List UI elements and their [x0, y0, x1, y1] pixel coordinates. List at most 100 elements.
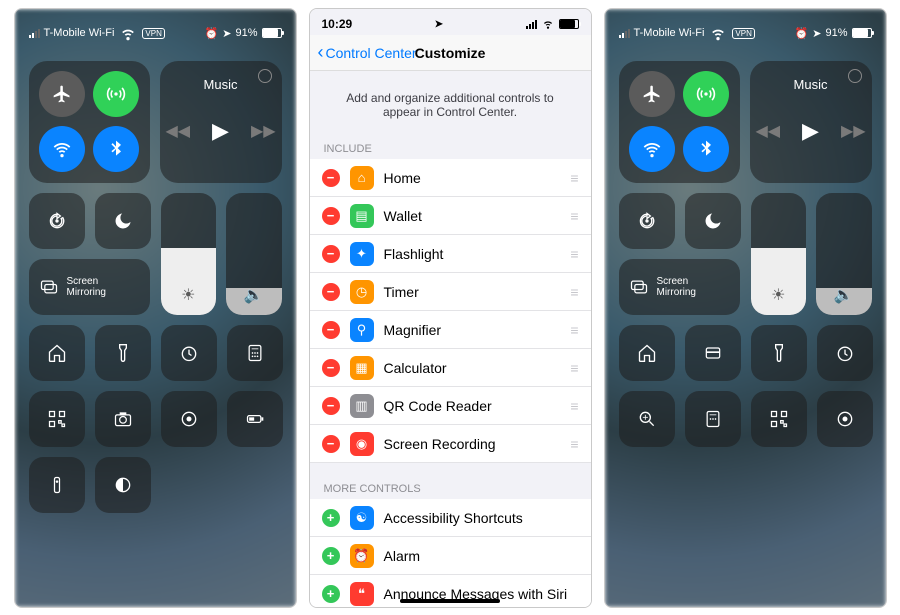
settings-row[interactable]: −⚲Magnifier≡: [310, 311, 591, 349]
airplane-toggle[interactable]: [39, 71, 85, 117]
bluetooth-toggle[interactable]: [683, 126, 729, 172]
tile-wallet[interactable]: [685, 325, 741, 381]
screen-mirroring-button[interactable]: Screen Mirroring: [619, 259, 740, 315]
tile-timer[interactable]: [817, 325, 873, 381]
remove-button[interactable]: −: [322, 321, 340, 339]
rotation-lock-toggle[interactable]: [619, 193, 675, 249]
music-module[interactable]: Music ◀◀ ▶ ▶▶: [750, 61, 872, 183]
row-label: Calculator: [384, 360, 553, 376]
screen-mirroring-button[interactable]: Screen Mirroring: [29, 259, 150, 315]
connectivity-module[interactable]: [29, 61, 150, 183]
more-list: +☯Accessibility Shortcuts+⏰Alarm+❝Announ…: [310, 499, 591, 608]
dnd-toggle[interactable]: [685, 193, 741, 249]
rewind-button[interactable]: ◀◀: [755, 121, 780, 141]
row-label: Home: [384, 170, 553, 186]
rewind-button[interactable]: ◀◀: [165, 121, 190, 141]
airplay-icon[interactable]: [258, 69, 272, 83]
add-button[interactable]: +: [322, 547, 340, 565]
settings-row[interactable]: −◷Timer≡: [310, 273, 591, 311]
settings-row[interactable]: −▤Wallet≡: [310, 197, 591, 235]
wifi-icon: [118, 22, 138, 45]
play-button[interactable]: ▶: [802, 118, 819, 144]
volume-slider[interactable]: 🔈: [816, 193, 872, 315]
settings-row[interactable]: −⌂ Home ≡: [310, 159, 591, 197]
play-button[interactable]: ▶: [212, 118, 229, 144]
remove-button[interactable]: −: [322, 207, 340, 225]
reorder-handle[interactable]: ≡: [563, 436, 579, 452]
battery-icon: [262, 28, 282, 38]
music-title: Music: [760, 77, 862, 92]
status-bar: 10:29 ➤: [310, 9, 591, 35]
settings-row[interactable]: +❝Announce Messages with Siri: [310, 575, 591, 608]
tile-grid-right: [619, 325, 872, 447]
tile-record[interactable]: [161, 391, 217, 447]
forward-button[interactable]: ▶▶: [841, 121, 866, 141]
alarm-icon: ⏰: [795, 27, 809, 40]
airplay-icon[interactable]: [848, 69, 862, 83]
tile-home[interactable]: [619, 325, 675, 381]
tile-record[interactable]: [817, 391, 873, 447]
row-label: QR Code Reader: [384, 398, 553, 414]
tile-camera[interactable]: [95, 391, 151, 447]
signal-icon: [29, 29, 40, 38]
wifi-toggle[interactable]: [39, 126, 85, 172]
settings-row[interactable]: −◉Screen Recording≡: [310, 425, 591, 463]
tile-qr[interactable]: [29, 391, 85, 447]
airplane-toggle[interactable]: [629, 71, 675, 117]
reorder-handle[interactable]: ≡: [563, 360, 579, 376]
tile-flashlight[interactable]: [95, 325, 151, 381]
add-button[interactable]: +: [322, 509, 340, 527]
volume-slider[interactable]: 🔈: [226, 193, 282, 315]
tile-home[interactable]: [29, 325, 85, 381]
reorder-handle[interactable]: ≡: [563, 322, 579, 338]
settings-row[interactable]: +☯Accessibility Shortcuts: [310, 499, 591, 537]
tile-remote[interactable]: [29, 457, 85, 513]
location-icon: ➤: [812, 27, 821, 40]
sun-icon: ☀: [751, 285, 807, 305]
tile-flashlight[interactable]: [751, 325, 807, 381]
remove-button[interactable]: −: [322, 397, 340, 415]
brightness-slider[interactable]: ☀: [751, 193, 807, 315]
remove-button[interactable]: −: [322, 169, 340, 187]
settings-row[interactable]: −▦ Calculator ≡: [310, 349, 591, 387]
app-icon: ▦: [350, 356, 374, 380]
brightness-slider[interactable]: ☀: [161, 193, 217, 315]
bluetooth-toggle[interactable]: [93, 126, 139, 172]
reorder-handle[interactable]: ≡: [563, 246, 579, 262]
connectivity-module[interactable]: [619, 61, 740, 183]
music-module[interactable]: Music ◀◀ ▶ ▶▶: [160, 61, 282, 183]
settings-row[interactable]: +⏰Alarm: [310, 537, 591, 575]
remove-button[interactable]: −: [322, 435, 340, 453]
forward-button[interactable]: ▶▶: [251, 121, 276, 141]
remove-button[interactable]: −: [322, 359, 340, 377]
settings-row[interactable]: −✦Flashlight≡: [310, 235, 591, 273]
remove-button[interactable]: −: [322, 245, 340, 263]
tile-calculator[interactable]: [685, 391, 741, 447]
tile-qr[interactable]: [751, 391, 807, 447]
rotation-lock-toggle[interactable]: [29, 193, 85, 249]
location-icon: ➤: [435, 19, 443, 30]
add-button[interactable]: +: [322, 585, 340, 603]
tile-magnifier[interactable]: [619, 391, 675, 447]
tile-lowpower[interactable]: [227, 391, 283, 447]
tile-timer[interactable]: [161, 325, 217, 381]
sun-icon: ☀: [161, 285, 217, 305]
reorder-handle[interactable]: ≡: [563, 170, 579, 186]
reorder-handle[interactable]: ≡: [563, 284, 579, 300]
wifi-toggle[interactable]: [629, 126, 675, 172]
app-icon: ⌂: [350, 166, 374, 190]
speaker-icon: 🔈: [816, 285, 872, 305]
settings-row[interactable]: −▥QR Code Reader≡: [310, 387, 591, 425]
remove-button[interactable]: −: [322, 283, 340, 301]
tile-calculator[interactable]: [227, 325, 283, 381]
dnd-toggle[interactable]: [95, 193, 151, 249]
row-label: Timer: [384, 284, 553, 300]
row-label: Screen Recording: [384, 436, 553, 452]
reorder-handle[interactable]: ≡: [563, 398, 579, 414]
vpn-badge: VPN: [732, 28, 754, 39]
reorder-handle[interactable]: ≡: [563, 208, 579, 224]
tile-darkmode[interactable]: [95, 457, 151, 513]
cellular-toggle[interactable]: [683, 71, 729, 117]
cellular-toggle[interactable]: [93, 71, 139, 117]
home-indicator[interactable]: [400, 599, 500, 603]
